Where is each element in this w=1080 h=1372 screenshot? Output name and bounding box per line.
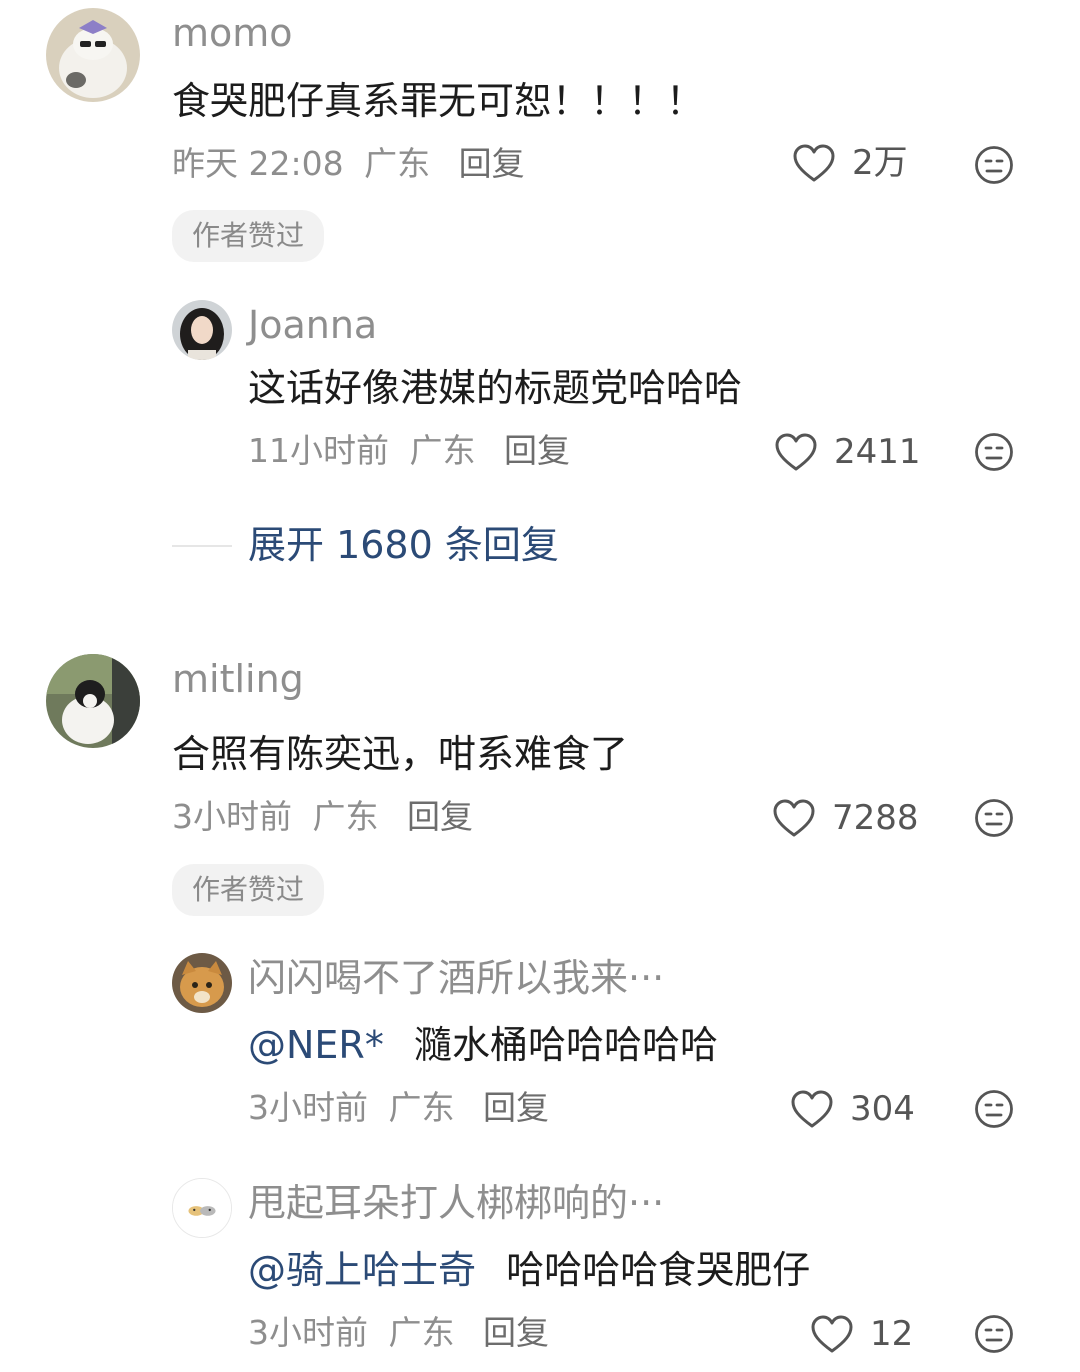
neutral-face-icon[interactable] xyxy=(974,145,1014,185)
avatar[interactable] xyxy=(46,654,140,748)
comment-text[interactable]: 食哭肥仔真系罪无可恕！！！！ xyxy=(172,82,704,120)
reply-button[interactable]: 回复 xyxy=(483,1088,549,1127)
heart-outline-icon xyxy=(793,144,835,182)
author-liked-badge: 作者赞过 xyxy=(172,864,325,916)
like-count: 2万 xyxy=(852,143,908,183)
reply-username[interactable]: 甩起耳朵打人梆梆响的··· xyxy=(248,1184,664,1222)
like-count: 304 xyxy=(850,1089,915,1129)
avatar[interactable] xyxy=(172,953,232,1013)
reply-time: 11小时前 xyxy=(248,431,389,470)
divider xyxy=(172,545,232,547)
reply-time: 3小时前 xyxy=(248,1088,368,1127)
reply-location: 广东 xyxy=(388,1088,455,1127)
reply-text-body: 哈哈哈哈食哭肥仔 xyxy=(506,1248,811,1292)
neutral-face-icon[interactable] xyxy=(974,1089,1014,1129)
avatar[interactable] xyxy=(172,1178,232,1238)
neutral-face-icon[interactable] xyxy=(974,1314,1014,1354)
reply-button[interactable]: 回复 xyxy=(483,1313,549,1352)
reply-text[interactable]: @骑上哈士奇 哈哈哈哈食哭肥仔 xyxy=(248,1251,810,1289)
comment-location: 广东 xyxy=(312,797,379,836)
expand-replies-button[interactable]: 展开 1680 条回复 xyxy=(248,526,559,564)
comment-username[interactable]: momo xyxy=(172,14,293,52)
reply-text-body: 瀡水桶哈哈哈哈哈 xyxy=(413,1023,718,1067)
reply-meta: 3小时前 广东 回复 xyxy=(248,1316,549,1349)
like-count: 2411 xyxy=(834,432,921,472)
reply-button[interactable]: 回复 xyxy=(504,431,570,470)
heart-outline-icon xyxy=(775,433,817,471)
like-count: 12 xyxy=(870,1314,914,1354)
reply-text[interactable]: 这话好像港媒的标题党哈哈哈 xyxy=(248,369,742,407)
reply-time: 3小时前 xyxy=(248,1313,368,1352)
heart-outline-icon xyxy=(791,1090,833,1128)
reply-text[interactable]: @NER* 瀡水桶哈哈哈哈哈 xyxy=(248,1026,718,1064)
reply-username[interactable]: Joanna xyxy=(248,306,377,344)
like-count: 7288 xyxy=(832,798,919,838)
like-button[interactable]: 7288 xyxy=(772,798,919,838)
avatar[interactable] xyxy=(172,300,232,360)
reply-meta: 11小时前 广东 回复 xyxy=(248,434,570,467)
reply-button[interactable]: 回复 xyxy=(407,797,473,836)
comment-time: 3小时前 xyxy=(172,797,292,836)
reply-location: 广东 xyxy=(388,1313,455,1352)
reply-username[interactable]: 闪闪喝不了酒所以我来··· xyxy=(248,959,664,997)
comment-location: 广东 xyxy=(364,144,431,183)
heart-outline-icon xyxy=(811,1315,853,1353)
mention-link[interactable]: @骑上哈士奇 xyxy=(248,1248,476,1292)
heart-outline-icon xyxy=(773,799,815,837)
avatar[interactable] xyxy=(46,8,140,102)
reply-button[interactable]: 回复 xyxy=(459,144,525,183)
reply-location: 广东 xyxy=(409,431,476,470)
comment-text[interactable]: 合照有陈奕迅，咁系难食了 xyxy=(172,735,628,773)
like-button[interactable]: 2万 xyxy=(792,143,908,183)
neutral-face-icon[interactable] xyxy=(974,432,1014,472)
like-button[interactable]: 2411 xyxy=(774,432,921,472)
comment-meta: 昨天 22:08 广东 回复 xyxy=(172,147,525,180)
like-button[interactable]: 304 xyxy=(790,1089,915,1129)
reply-meta: 3小时前 广东 回复 xyxy=(248,1091,549,1124)
neutral-face-icon[interactable] xyxy=(974,798,1014,838)
like-button[interactable]: 12 xyxy=(810,1314,913,1354)
comment-time: 昨天 22:08 xyxy=(172,144,344,183)
mention-link[interactable]: @NER* xyxy=(248,1023,384,1067)
author-liked-badge: 作者赞过 xyxy=(172,210,325,262)
comment-username[interactable]: mitling xyxy=(172,660,304,698)
comment-meta: 3小时前 广东 回复 xyxy=(172,800,473,833)
